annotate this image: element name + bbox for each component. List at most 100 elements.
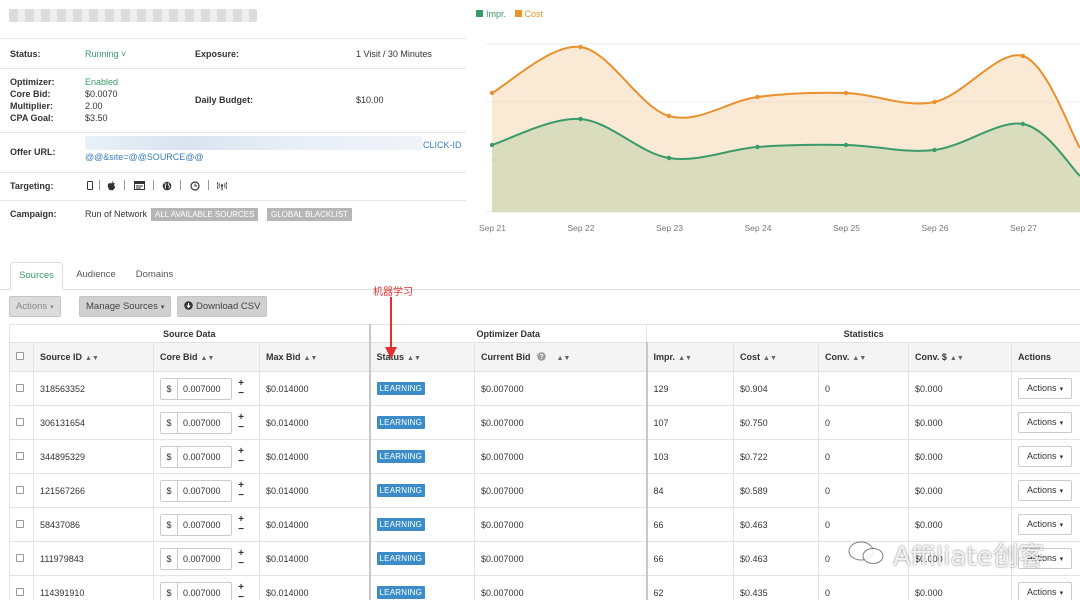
increment-button[interactable]: + [235,378,247,389]
decrement-button[interactable]: − [235,490,247,501]
actions-cell: Actions ▾ [1011,439,1080,474]
max-bid: $0.014000 [258,541,371,576]
campaign-label: Campaign: [10,209,57,219]
decrement-button[interactable]: − [235,422,247,433]
decrement-button[interactable]: − [235,388,247,399]
manage-sources-button[interactable]: Manage Sources ▾ [79,296,172,317]
currency-addon: $ [161,548,178,569]
core-bid-input[interactable]: $0.007000 [160,547,232,570]
row-checkbox[interactable] [16,553,24,562]
decrement-button[interactable]: − [235,524,247,535]
status-cell: LEARNING [368,439,476,474]
data-point-impr [755,144,760,150]
apple-icon[interactable] [107,181,116,191]
tab-sources[interactable]: Sources [10,262,63,290]
row-checkbox[interactable] [16,519,24,528]
row-checkbox[interactable] [16,383,24,392]
data-point-impr [578,116,583,122]
col-max-bid[interactable]: Max Bid ▲▼ [258,342,371,372]
multiplier-value: 2.00 [85,101,103,111]
conv-value: $0.000 [908,575,1013,600]
divider [180,180,181,190]
row-actions-label: Actions [1027,417,1057,427]
increment-button[interactable]: + [235,446,247,457]
download-csv-button[interactable]: Download CSV [177,296,268,317]
row-actions-button[interactable]: Actions ▾ [1018,582,1073,600]
tab-domains[interactable]: Domains [127,262,182,290]
core-bid-input[interactable]: $0.007000 [160,479,232,502]
campaign-title-blurred [9,9,257,22]
col-cost[interactable]: Cost ▲▼ [733,342,820,372]
wifi-icon[interactable] [217,181,227,191]
caret-down-icon: ▾ [1059,386,1064,393]
core-bid-cell: $0.007000 + − [153,575,260,600]
col-conv-value[interactable]: Conv. $ ▲▼ [908,342,1013,372]
tab-audience[interactable]: Audience [67,262,125,290]
col-impr[interactable]: Impr. ▲▼ [645,342,735,372]
col-conv[interactable]: Conv. ▲▼ [818,342,910,372]
sort-icon: ▲▼ [200,355,215,362]
core-bid-input[interactable]: $0.007000 [160,445,232,468]
col-label: Current Bid [481,352,531,362]
decrement-button[interactable]: − [235,592,247,600]
current-bid: $0.007000 [474,507,648,542]
decrement-button[interactable]: − [235,558,247,569]
increment-button[interactable]: + [235,412,247,423]
optimizer-value: Enabled [85,77,119,87]
core-bid-cell: $0.007000 + − [153,541,260,576]
row-actions-button[interactable]: Actions ▾ [1018,378,1073,399]
data-point-cost [755,94,760,100]
impr: 66 [645,507,735,542]
optimizer-label: Optimizer: [10,77,55,87]
currency-addon: $ [161,446,178,467]
conv: 0 [818,439,910,474]
row-actions-button[interactable]: Actions ▾ [1018,514,1073,535]
col-label: Core Bid [160,352,198,362]
bid-stepper: + − [235,378,247,399]
globe-icon[interactable] [162,181,172,191]
core-bid-input[interactable]: $0.007000 [160,377,232,400]
offer-url-line2[interactable]: @@&site=@@SOURCE@@ [85,152,204,162]
core-bid-value: 0.007000 [183,553,221,564]
annotation-arrow-head [385,347,397,359]
row-actions-button[interactable]: Actions ▾ [1018,412,1073,433]
col-core-bid[interactable]: Core Bid ▲▼ [153,342,260,372]
col-source-id[interactable]: Source ID ▲▼ [33,342,154,372]
increment-button[interactable]: + [235,582,247,593]
row-checkbox[interactable] [16,451,24,460]
help-icon[interactable]: ? [537,352,546,361]
mobile-icon[interactable] [87,181,93,190]
decrement-button[interactable]: − [235,456,247,467]
col-current-bid[interactable]: Current Bid ? ▲▼ [474,342,648,372]
bulk-actions-button[interactable]: Actions ▾ [9,296,61,317]
sort-icon: ▲▼ [852,355,867,362]
status-badge: LEARNING [376,450,426,463]
offer-url-end[interactable]: CLICK-ID [423,140,462,150]
status-dropdown[interactable]: Running ˅ [85,49,126,59]
row-checkbox[interactable] [16,417,24,426]
row-actions-button[interactable]: Actions ▾ [1018,480,1073,501]
row-checkbox[interactable] [16,587,24,596]
group-source-data: Source Data [8,324,371,343]
clock-icon[interactable] [190,181,200,191]
core-bid-cell: $0.007000 + − [153,371,260,406]
row-checkbox[interactable] [16,485,24,494]
row-actions-button[interactable]: Actions ▾ [1018,446,1073,467]
core-bid-input[interactable]: $0.007000 [160,411,232,434]
select-all-checkbox[interactable] [16,352,24,360]
svg-text:?: ? [539,354,543,361]
data-point-cost [1020,53,1026,59]
increment-button[interactable]: + [235,480,247,491]
source-id: 58437086 [33,507,154,542]
increment-button[interactable]: + [235,514,247,525]
chevron-down-icon: ˅ [121,49,127,59]
core-bid-input[interactable]: $0.007000 [160,581,232,600]
currency-addon: $ [161,378,178,399]
targeting-label: Targeting: [10,181,54,191]
increment-button[interactable]: + [235,548,247,559]
status-label: Status: [10,49,41,59]
status-cell: LEARNING [368,575,476,600]
core-bid-input[interactable]: $0.007000 [160,513,232,536]
currency-addon: $ [161,480,178,501]
browser-icon[interactable] [134,181,145,190]
